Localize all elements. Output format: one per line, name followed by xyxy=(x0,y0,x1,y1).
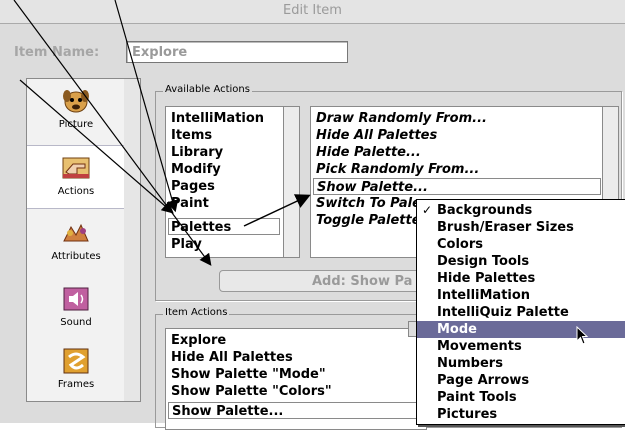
item-name-label: Item Name: xyxy=(14,45,100,60)
sidebar: Picture Actions Attributes Sound Frames xyxy=(26,78,126,402)
menu-item[interactable]: Page Arrows xyxy=(417,372,625,389)
list-item[interactable]: Modify xyxy=(171,161,221,178)
list-item-selected[interactable]: Show Palette... xyxy=(168,402,424,419)
menu-item[interactable]: Pictures xyxy=(417,406,625,423)
category-scrollbar[interactable] xyxy=(283,106,300,258)
sidebar-item-sound[interactable]: Sound xyxy=(27,277,125,339)
list-item[interactable]: Show Palette "Mode" xyxy=(171,366,326,383)
list-item[interactable]: Switch To Pale xyxy=(316,195,421,212)
list-item[interactable]: Play xyxy=(171,236,202,253)
list-item[interactable]: Toggle Palette xyxy=(316,212,421,229)
sidebar-item-label: Attributes xyxy=(51,251,101,262)
sidebar-item-label: Actions xyxy=(57,186,95,197)
list-item[interactable]: Pick Randomly From... xyxy=(316,161,479,178)
menu-item[interactable]: Hide Palettes xyxy=(417,270,625,287)
menu-item[interactable]: Paint Tools xyxy=(417,389,625,406)
checkmark-icon: ✓ xyxy=(422,203,433,217)
list-item[interactable]: Explore xyxy=(171,332,226,349)
list-item[interactable]: Hide Palette... xyxy=(316,144,421,161)
sidebar-scrollbar[interactable] xyxy=(124,78,141,402)
animals-icon xyxy=(63,223,89,242)
pointing-hand-icon xyxy=(62,157,90,179)
menu-item[interactable]: IntelliQuiz Palette xyxy=(417,304,625,321)
list-item[interactable]: Library xyxy=(171,144,223,161)
list-item[interactable]: Pages xyxy=(171,178,215,195)
menu-item[interactable]: Brush/Eraser Sizes xyxy=(417,219,625,236)
mouse-cursor-icon xyxy=(576,326,589,345)
sidebar-item-label: Sound xyxy=(60,317,92,328)
window-title: Edit Item xyxy=(0,0,625,24)
menu-item[interactable]: Colors xyxy=(417,236,625,253)
list-item[interactable]: Paint xyxy=(171,195,209,212)
list-item[interactable]: Show Palette "Colors" xyxy=(171,383,332,400)
edit-item-window: Edit Item Item Name: Explore Picture Act… xyxy=(0,0,625,430)
list-item[interactable]: Hide All Palettes xyxy=(316,127,437,144)
add-button[interactable]: Add: Show Pa xyxy=(219,270,429,292)
category-list: IntelliMation Items Library Modify Pages… xyxy=(165,106,285,258)
list-item-selected[interactable]: Show Palette... xyxy=(313,178,601,195)
sidebar-item-frames[interactable]: Frames xyxy=(27,339,125,401)
menu-item-highlighted[interactable]: Mode xyxy=(417,321,625,338)
item-name-field[interactable]: Explore xyxy=(126,41,348,63)
sidebar-item-label: Frames xyxy=(57,379,95,390)
sidebar-item-picture[interactable]: Picture xyxy=(27,79,125,141)
menu-item[interactable]: ✓ Backgrounds xyxy=(417,202,625,219)
item-actions-list: Explore Hide All Palettes Show Palette "… xyxy=(165,328,427,430)
item-actions-title: Item Actions xyxy=(163,307,230,318)
menu-item[interactable]: Movements xyxy=(417,338,625,355)
list-item[interactable]: Hide All Palettes xyxy=(171,349,293,366)
sidebar-item-label: Picture xyxy=(58,119,94,130)
menu-item[interactable]: IntelliMation xyxy=(417,287,625,304)
available-actions-title: Available Actions xyxy=(163,84,252,95)
sidebar-item-actions[interactable]: Actions xyxy=(27,145,125,209)
palette-popup-menu: ✓ Backgrounds Brush/Eraser Sizes Colors … xyxy=(416,199,625,425)
list-item[interactable]: IntelliMation xyxy=(171,110,264,127)
menu-item[interactable]: Numbers xyxy=(417,355,625,372)
list-item-selected[interactable]: Palettes xyxy=(168,218,280,235)
list-item[interactable]: Draw Randomly From... xyxy=(316,110,487,127)
film-frames-icon xyxy=(63,348,89,374)
menu-item[interactable]: Design Tools xyxy=(417,253,625,270)
list-item[interactable]: Items xyxy=(171,127,212,144)
sidebar-item-attributes[interactable]: Attributes xyxy=(27,211,125,273)
speaker-icon xyxy=(63,287,89,311)
dog-face-icon xyxy=(63,90,89,113)
